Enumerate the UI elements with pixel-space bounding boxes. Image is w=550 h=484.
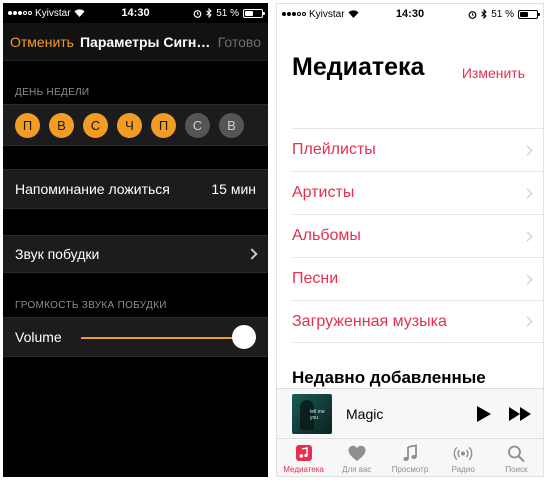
carrier-name: Kyivstar (309, 8, 345, 20)
tab-label: Просмотр (391, 464, 429, 474)
bedtime-reminder-value: 15 мин (211, 181, 256, 197)
day-toggle-mon[interactable]: П (15, 112, 40, 138)
library-item-artists[interactable]: Артисты (292, 171, 543, 214)
volume-slider-track[interactable] (81, 337, 243, 339)
status-bar: Kyivstar 14:30 51 % (277, 4, 543, 24)
music-note-icon (295, 444, 312, 461)
chevron-right-icon (522, 145, 533, 155)
signal-dots-icon (282, 12, 306, 16)
alarm-settings-screen: Kyivstar 14:30 51 % Отменить Параметры С… (3, 3, 268, 477)
alarm-clock-icon (468, 10, 477, 19)
chevron-right-icon (522, 231, 533, 241)
tab-bar: Медиатека Для вас Просмотр Радио Поиск (277, 438, 543, 476)
tab-search[interactable]: Поиск (490, 439, 543, 476)
chevron-right-icon (522, 316, 533, 327)
wake-sound-row[interactable]: Звук побудки (3, 235, 268, 273)
note-icon (403, 443, 417, 461)
album-art: tell me you (292, 393, 332, 434)
chevron-right-icon (522, 188, 533, 198)
library-title: Медиатека (292, 53, 425, 81)
library-item-playlists[interactable]: Плейлисты (292, 128, 543, 171)
radio-icon (453, 446, 473, 460)
recently-added-heading: Недавно добавленные (292, 368, 486, 387)
edit-button[interactable]: Изменить (462, 65, 525, 81)
battery-icon (518, 9, 540, 19)
wifi-icon (74, 9, 85, 17)
library-item-label: Альбомы (292, 227, 361, 244)
bluetooth-icon (206, 8, 212, 18)
carrier-name: Kyivstar (35, 7, 71, 19)
tab-for-you[interactable]: Для вас (330, 439, 383, 476)
tab-label: Радио (451, 464, 475, 474)
day-toggle-sat[interactable]: С (185, 112, 210, 138)
library-item-downloaded[interactable]: Загруженная музыка (292, 300, 543, 343)
album-art-text: tell me you (310, 408, 325, 421)
library-item-songs[interactable]: Песни (292, 257, 543, 300)
navigation-bar: Отменить Параметры Сигн… Готово (3, 23, 268, 61)
mini-player[interactable]: tell me you Magic (277, 388, 543, 438)
bedtime-reminder-row[interactable]: Напоминание ложиться 15 мин (3, 169, 268, 209)
library-categories-list: Плейлисты Артисты Альбомы Песни Загружен… (292, 128, 543, 343)
volume-slider-knob[interactable] (232, 325, 256, 349)
bedtime-reminder-label: Напоминание ложиться (15, 181, 170, 197)
wifi-icon (348, 10, 359, 18)
library-item-label: Артисты (292, 184, 355, 201)
cancel-button[interactable]: Отменить (10, 34, 74, 50)
battery-percent: 51 % (491, 8, 514, 20)
done-button[interactable]: Готово (218, 34, 261, 50)
tab-library[interactable]: Медиатека (277, 439, 330, 476)
library-item-albums[interactable]: Альбомы (292, 214, 543, 257)
tab-radio[interactable]: Радио (437, 439, 490, 476)
volume-label: Volume (15, 329, 62, 345)
library-item-label: Загруженная музыка (292, 312, 447, 330)
wake-sound-label: Звук побудки (15, 246, 100, 262)
day-toggle-fri[interactable]: П (151, 112, 176, 138)
page-title: Параметры Сигн… (79, 33, 211, 50)
search-icon (508, 445, 525, 462)
status-bar: Kyivstar 14:30 51 % (3, 3, 268, 23)
day-toggle-wed[interactable]: С (83, 112, 108, 138)
day-toggle-sun[interactable]: В (219, 112, 244, 138)
now-playing-title: Magic (346, 405, 384, 422)
signal-dots-icon (8, 11, 32, 15)
alarm-clock-icon (193, 9, 202, 18)
wake-volume-section-header: ГРОМКОСТЬ ЗВУКА ПОБУДКИ (15, 300, 167, 311)
library-item-label: Плейлисты (292, 141, 376, 158)
day-toggle-tue[interactable]: В (49, 112, 74, 138)
tab-label: Поиск (505, 464, 528, 474)
tab-browse[interactable]: Просмотр (383, 439, 436, 476)
music-library-screen: Kyivstar 14:30 51 % Медиатека Изменить П… (276, 3, 544, 477)
weekday-section-header: ДЕНЬ НЕДЕЛИ (15, 87, 90, 98)
fast-forward-icon[interactable] (509, 406, 531, 421)
library-item-label: Песни (292, 270, 339, 287)
bluetooth-icon (481, 9, 487, 19)
tab-label: Для вас (342, 464, 372, 474)
battery-icon (243, 8, 265, 18)
volume-row: Volume (3, 317, 268, 357)
chevron-right-icon (246, 248, 258, 260)
tab-label: Медиатека (283, 464, 324, 474)
chevron-right-icon (522, 274, 533, 284)
battery-percent: 51 % (216, 7, 239, 19)
heart-icon (348, 445, 366, 461)
day-toggle-thu[interactable]: Ч (117, 112, 142, 138)
weekday-picker: П В С Ч П С В (3, 104, 268, 146)
play-icon[interactable] (477, 405, 491, 422)
